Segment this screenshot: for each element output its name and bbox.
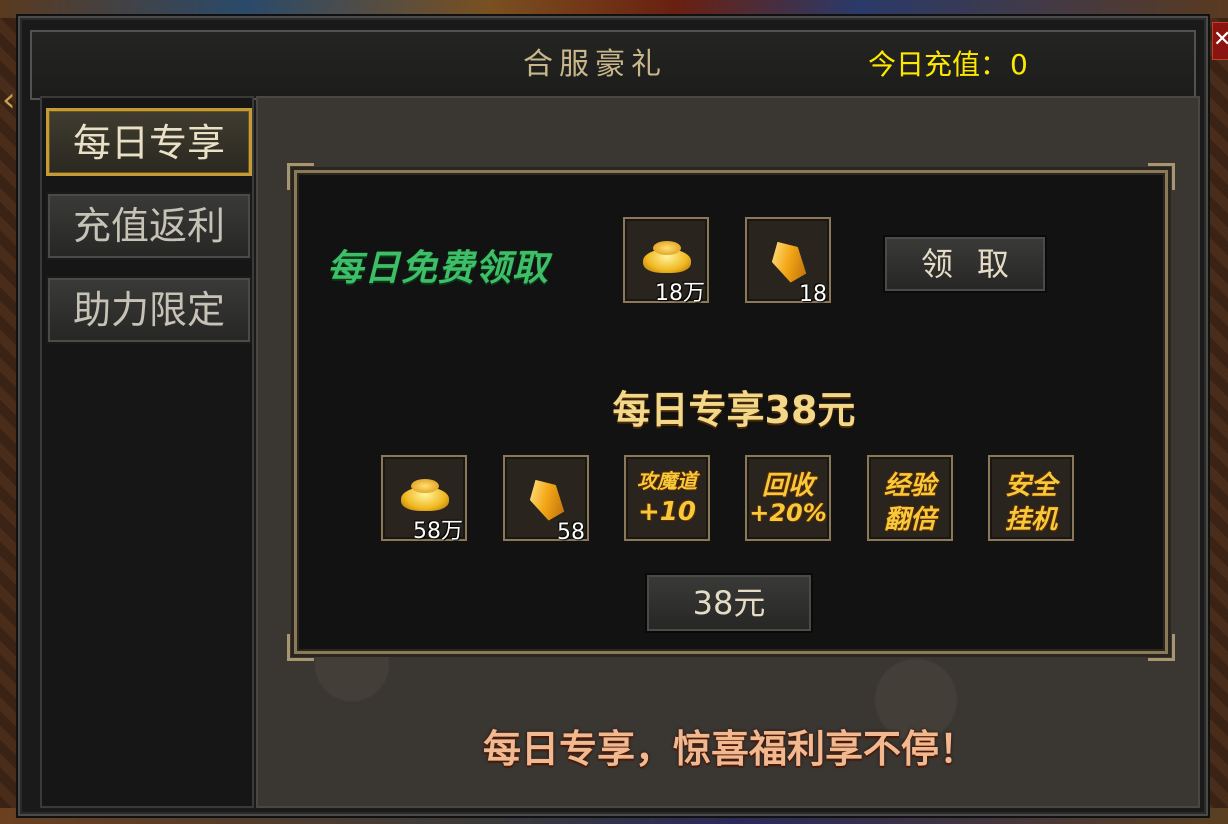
sidebar-item-recharge-rebate[interactable]: 充值返利: [46, 192, 252, 260]
perk-line2: 挂机: [1004, 505, 1057, 535]
reward-qty: 18: [799, 282, 827, 307]
claim-button[interactable]: 领取: [883, 235, 1047, 293]
gold-ingot-icon: [401, 479, 449, 511]
reward-qty: 18万: [655, 281, 705, 306]
today-recharge: 今日充值：0: [868, 32, 1028, 98]
gold-crystal-icon: [523, 472, 570, 523]
sidebar-item-daily-exclusive[interactable]: 每日专享: [46, 108, 252, 176]
gold-crystal-icon: [765, 234, 812, 285]
buy-price-button[interactable]: 38元: [645, 573, 813, 633]
reward-qty: 58: [557, 520, 585, 545]
frame-corner-ornament: [287, 163, 314, 190]
reward-qty: 58万: [413, 519, 463, 544]
perk-line1: 经验: [883, 471, 936, 501]
free-reward-crystal-slot[interactable]: 18: [745, 217, 831, 307]
gold-ingot-icon: [643, 241, 691, 273]
frame-corner-ornament: [1148, 163, 1175, 190]
perk-line1: 攻魔道: [637, 469, 697, 493]
perk-line1: 回收: [761, 471, 814, 501]
perk-line2: 翻倍: [883, 505, 936, 535]
frame-corner-ornament: [1148, 634, 1175, 661]
free-reward-ingot-slot[interactable]: 18万: [623, 217, 709, 306]
title-bar: 合服豪礼 今日充值：0: [30, 30, 1196, 100]
close-icon: ✕: [1213, 27, 1228, 52]
recharge-label: 今日充值：: [868, 48, 1009, 81]
perk-recycle-slot[interactable]: 回收 +20%: [745, 455, 831, 541]
gift-window: 合服豪礼 今日充值：0 每日专享 充值返利 助力限定 每日免费领取 18万 18…: [18, 16, 1208, 816]
slogan-text: 每日专享，惊喜福利享不停！: [482, 727, 977, 771]
offer-frame: 每日免费领取 18万 18 领取 每日专享38元 58万 58 攻魔道 +10 …: [287, 163, 1175, 661]
perk-line1: 安全: [1004, 471, 1057, 501]
daily-free-label: 每日免费领取: [327, 248, 550, 289]
perk-line2: +10: [638, 497, 696, 527]
perk-line2: +20%: [749, 499, 827, 527]
frame-corner-ornament: [287, 634, 314, 661]
perk-attack-slot[interactable]: 攻魔道 +10: [624, 455, 710, 541]
content-panel: 每日免费领取 18万 18 领取 每日专享38元 58万 58 攻魔道 +10 …: [256, 96, 1200, 808]
offer-reward-crystal-slot[interactable]: 58: [503, 455, 589, 545]
offer-title: 每日专享38元: [612, 388, 856, 432]
perk-exp-slot[interactable]: 经验 翻倍: [867, 455, 953, 541]
offer-reward-ingot-slot[interactable]: 58万: [381, 455, 467, 544]
sidebar-item-assist-limited[interactable]: 助力限定: [46, 276, 252, 344]
perk-safe-idle-slot[interactable]: 安全 挂机: [988, 455, 1074, 541]
recharge-value: 0: [1010, 48, 1028, 81]
close-button[interactable]: ✕: [1212, 22, 1228, 60]
sidebar: 每日专享 充值返利 助力限定: [40, 96, 254, 808]
